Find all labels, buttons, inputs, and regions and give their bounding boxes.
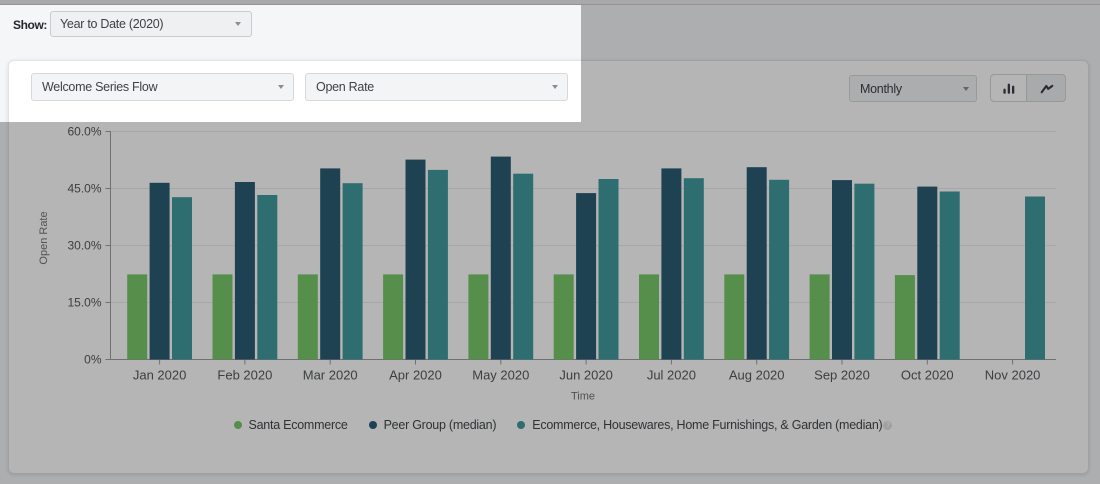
svg-text:Mar 2020: Mar 2020 [303,368,358,383]
svg-text:Jun 2020: Jun 2020 [559,368,613,383]
svg-text:Open Rate: Open Rate [38,211,50,264]
svg-text:May 2020: May 2020 [472,368,529,383]
svg-text:Feb 2020: Feb 2020 [217,368,272,383]
svg-text:0%: 0% [84,353,102,367]
svg-text:Time: Time [571,391,595,403]
svg-text:45.0%: 45.0% [67,182,101,196]
svg-text:Nov 2020: Nov 2020 [985,368,1041,383]
svg-text:Jul 2020: Jul 2020 [647,368,696,383]
svg-text:Jan 2020: Jan 2020 [133,368,187,383]
svg-text:30.0%: 30.0% [67,239,101,253]
svg-text:15.0%: 15.0% [67,296,101,310]
svg-text:Oct 2020: Oct 2020 [901,368,954,383]
svg-text:Sep 2020: Sep 2020 [814,368,870,383]
svg-text:Apr 2020: Apr 2020 [389,368,442,383]
svg-text:60.0%: 60.0% [67,125,101,139]
svg-text:Aug 2020: Aug 2020 [729,368,785,383]
